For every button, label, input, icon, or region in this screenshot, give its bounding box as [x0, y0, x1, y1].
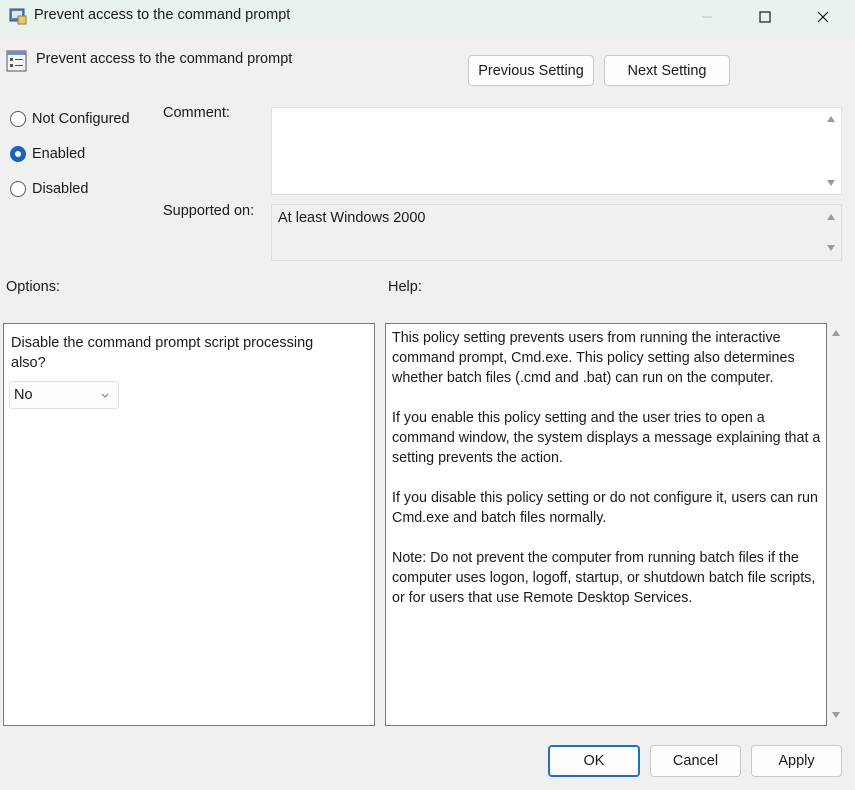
help-scroll-down-icon[interactable]: [832, 712, 840, 718]
radio-disabled[interactable]: Disabled: [10, 181, 88, 197]
help-paragraph: Note: Do not prevent the computer from r…: [392, 550, 816, 606]
window-title: Prevent access to the command prompt: [34, 7, 291, 23]
help-paragraph: If you disable this policy setting or do…: [392, 490, 818, 526]
maximize-button[interactable]: [742, 0, 788, 34]
help-paragraph: This policy setting prevents users from …: [392, 330, 795, 386]
help-paragraph: If you enable this policy setting and th…: [392, 410, 821, 466]
previous-setting-button[interactable]: Previous Setting: [468, 55, 594, 86]
scroll-up-icon[interactable]: [827, 116, 835, 122]
radio-not-configured[interactable]: Not Configured: [10, 111, 130, 127]
close-icon: [817, 11, 829, 23]
radio-label: Disabled: [32, 181, 89, 197]
options-panel: Disable the command prompt script proces…: [3, 323, 375, 726]
help-text: This policy setting prevents users from …: [392, 328, 824, 628]
minimize-icon: [702, 16, 712, 18]
policy-title: Prevent access to the command prompt: [36, 51, 293, 67]
radio-label: Enabled: [32, 146, 86, 162]
policy-app-icon: [9, 8, 27, 25]
supported-on-value: At least Windows 2000: [278, 210, 426, 226]
select-value: No: [14, 387, 33, 403]
scroll-up-icon[interactable]: [827, 214, 835, 220]
maximize-icon: [759, 11, 771, 23]
ok-button[interactable]: OK: [548, 745, 640, 777]
supported-on-field: At least Windows 2000: [271, 204, 842, 261]
radio-circle-selected[interactable]: [10, 146, 26, 162]
comment-label: Comment:: [163, 105, 230, 121]
apply-button[interactable]: Apply: [751, 745, 842, 777]
supported-on-label: Supported on:: [163, 203, 255, 219]
radio-circle[interactable]: [10, 111, 26, 127]
minimize-button[interactable]: [684, 0, 730, 34]
scroll-down-icon[interactable]: [827, 180, 835, 186]
chevron-down-icon: [101, 393, 109, 398]
radio-circle[interactable]: [10, 181, 26, 197]
policy-setting-icon: [6, 50, 27, 72]
option-question: Disable the command prompt script proces…: [11, 335, 314, 371]
title-bar[interactable]: Prevent access to the command prompt: [0, 0, 855, 34]
options-label: Options:: [6, 279, 60, 295]
radio-enabled[interactable]: Enabled: [10, 146, 85, 162]
script-processing-select[interactable]: No: [9, 381, 119, 409]
help-scroll-up-icon[interactable]: [832, 330, 840, 336]
close-button[interactable]: [800, 0, 846, 34]
help-label: Help:: [388, 279, 422, 295]
next-setting-button[interactable]: Next Setting: [604, 55, 730, 86]
radio-label: Not Configured: [32, 111, 130, 127]
cancel-button[interactable]: Cancel: [650, 745, 741, 777]
help-panel: This policy setting prevents users from …: [385, 323, 827, 726]
comment-textarea[interactable]: [271, 107, 842, 195]
scroll-down-icon[interactable]: [827, 245, 835, 251]
